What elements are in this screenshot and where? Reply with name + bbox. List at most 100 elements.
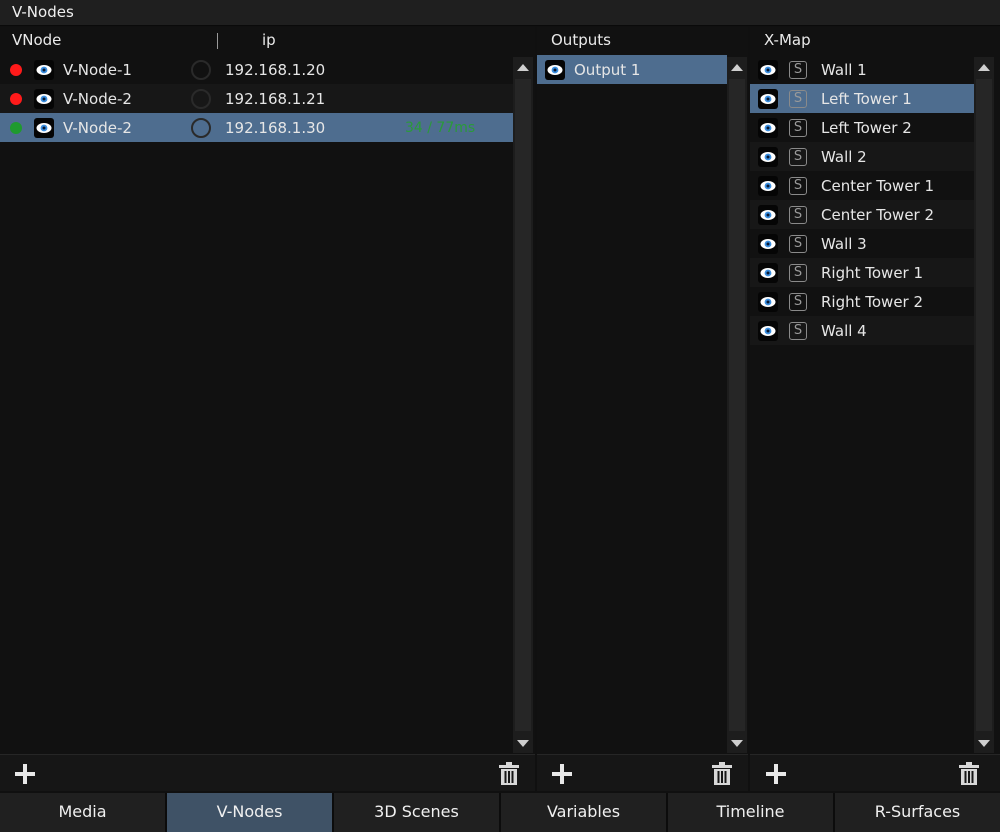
tab-r-surfaces[interactable]: R-Surfaces	[835, 793, 1000, 832]
vnode-list: V-Node-1 192.168.1.20 V-Node-2 192.168.1.21…	[0, 55, 513, 754]
solo-toggle[interactable]: S	[789, 60, 807, 79]
xmap-label: Wall 1	[821, 60, 867, 79]
solo-toggle[interactable]: S	[789, 292, 807, 311]
xmap-row[interactable]: S Wall 1	[750, 55, 974, 84]
eye-icon[interactable]	[758, 175, 778, 196]
vnode-panel: VNode ip V-Node-1 192.168.1.20 V-Node-2 192…	[0, 27, 535, 754]
tab-variables[interactable]: Variables	[501, 793, 668, 832]
delete-vnode-button[interactable]	[496, 761, 522, 787]
xmap-row[interactable]: S Center Tower 2	[750, 200, 974, 229]
add-output-button[interactable]	[549, 761, 575, 787]
vnode-ip: 192.168.1.20	[225, 60, 326, 79]
loading-spinner-icon	[191, 117, 211, 138]
eye-icon[interactable]	[758, 291, 778, 312]
scroll-track[interactable]	[729, 79, 745, 731]
loading-spinner-icon	[191, 88, 211, 109]
outputs-panel: Outputs Output 1	[537, 27, 748, 754]
xmap-label: Center Tower 2	[821, 205, 935, 224]
xmap-scrollbar[interactable]	[974, 57, 994, 753]
vnode-latency: 34 / 77ms	[405, 119, 476, 136]
xmap-label: Wall 3	[821, 234, 867, 253]
main-tabs: Media V-Nodes 3D Scenes Variables Timeli…	[0, 793, 1000, 832]
xmap-row[interactable]: S Wall 4	[750, 316, 974, 345]
arrow-up-icon	[517, 63, 529, 71]
arrow-up-icon	[978, 63, 990, 71]
vnode-ip: 192.168.1.21	[225, 89, 326, 108]
vnode-column-header[interactable]: VNode	[12, 27, 61, 54]
eye-icon[interactable]	[34, 117, 54, 138]
xmap-row[interactable]: S Wall 2	[750, 142, 974, 171]
xmap-row[interactable]: S Left Tower 2	[750, 113, 974, 142]
xmap-label: Left Tower 1	[821, 89, 912, 108]
xmap-label: Wall 4	[821, 321, 867, 340]
xmap-label: Right Tower 2	[821, 292, 924, 311]
solo-toggle[interactable]: S	[789, 263, 807, 282]
solo-toggle[interactable]: S	[789, 321, 807, 340]
eye-icon[interactable]	[545, 59, 565, 80]
tab-timeline[interactable]: Timeline	[668, 793, 835, 832]
loading-spinner-icon	[191, 59, 211, 80]
eye-icon[interactable]	[758, 262, 778, 283]
scroll-down-button[interactable]	[727, 735, 747, 751]
solo-toggle[interactable]: S	[789, 89, 807, 108]
arrow-down-icon	[978, 739, 990, 747]
eye-icon[interactable]	[758, 117, 778, 138]
vnode-toolbar	[0, 754, 535, 791]
trash-icon	[499, 762, 519, 785]
scroll-up-button[interactable]	[727, 59, 747, 75]
vnode-name: V-Node-1	[63, 60, 132, 79]
scroll-down-button[interactable]	[513, 735, 533, 751]
scroll-track[interactable]	[976, 79, 992, 731]
arrow-down-icon	[517, 739, 529, 747]
scroll-up-button[interactable]	[513, 59, 533, 75]
ip-column-header[interactable]: ip	[262, 27, 276, 54]
plus-icon	[15, 764, 35, 784]
vnode-row[interactable]: V-Node-2 192.168.1.30 34 / 77ms	[0, 113, 513, 142]
outputs-toolbar	[537, 754, 748, 791]
scroll-down-button[interactable]	[974, 735, 994, 751]
add-vnode-button[interactable]	[12, 761, 38, 787]
eye-icon[interactable]	[758, 146, 778, 167]
xmap-row[interactable]: S Right Tower 2	[750, 287, 974, 316]
add-xmap-button[interactable]	[763, 761, 789, 787]
xmap-label: Wall 2	[821, 147, 867, 166]
tab-media[interactable]: Media	[0, 793, 167, 832]
vnode-scrollbar[interactable]	[513, 57, 533, 753]
eye-icon[interactable]	[758, 88, 778, 109]
tab-3d-scenes[interactable]: 3D Scenes	[334, 793, 501, 832]
xmap-header: X-Map	[764, 31, 811, 49]
plus-icon	[766, 764, 786, 784]
tab-v-nodes[interactable]: V-Nodes	[167, 793, 334, 832]
solo-toggle[interactable]: S	[789, 147, 807, 166]
column-divider[interactable]	[217, 33, 218, 49]
eye-icon[interactable]	[34, 88, 54, 109]
scroll-up-button[interactable]	[974, 59, 994, 75]
window-title: V-Nodes	[0, 0, 1000, 26]
xmap-panel: X-Map S Wall 1 S Left Tower 1 S Left Tower 2S…	[750, 27, 1000, 754]
solo-toggle[interactable]: S	[789, 205, 807, 224]
xmap-list: S Wall 1 S Left Tower 1 S Left Tower 2 S Wall 2…	[750, 55, 974, 754]
outputs-scrollbar[interactable]	[727, 57, 747, 753]
xmap-label: Center Tower 1	[821, 176, 935, 195]
xmap-row[interactable]: S Right Tower 1	[750, 258, 974, 287]
delete-xmap-button[interactable]	[956, 761, 982, 787]
scroll-track[interactable]	[515, 79, 531, 731]
xmap-row[interactable]: S Center Tower 1	[750, 171, 974, 200]
eye-icon[interactable]	[34, 59, 54, 80]
eye-icon[interactable]	[758, 59, 778, 80]
vnode-name: V-Node-2	[63, 118, 132, 137]
delete-output-button[interactable]	[709, 761, 735, 787]
solo-toggle[interactable]: S	[789, 176, 807, 195]
eye-icon[interactable]	[758, 204, 778, 225]
xmap-row[interactable]: S Wall 3	[750, 229, 974, 258]
eye-icon[interactable]	[758, 233, 778, 254]
status-dot	[10, 121, 22, 134]
xmap-row[interactable]: S Left Tower 1	[750, 84, 974, 113]
arrow-down-icon	[731, 739, 743, 747]
vnode-row[interactable]: V-Node-1 192.168.1.20	[0, 55, 513, 84]
vnode-row[interactable]: V-Node-2 192.168.1.21	[0, 84, 513, 113]
output-row[interactable]: Output 1	[537, 55, 727, 84]
solo-toggle[interactable]: S	[789, 234, 807, 253]
solo-toggle[interactable]: S	[789, 118, 807, 137]
eye-icon[interactable]	[758, 320, 778, 341]
